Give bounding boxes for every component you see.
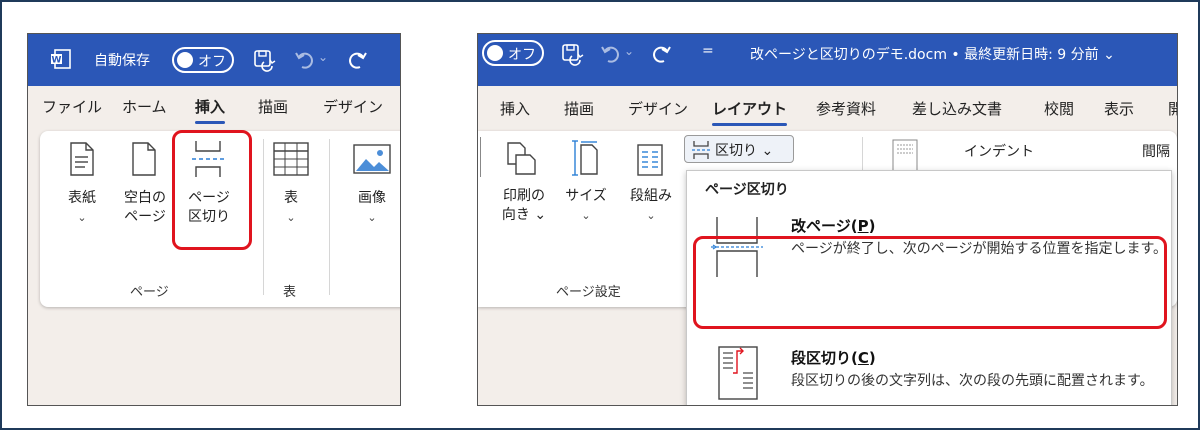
autosave-state: オフ (198, 54, 226, 70)
blank-page-icon (132, 142, 156, 176)
cover-page-button[interactable]: 表紙 ⌄ (62, 189, 102, 227)
autosave-toggle[interactable]: オフ (172, 47, 234, 73)
group-label-page-setup: ページ設定 (556, 285, 621, 300)
chevron-down-icon: ⌄ (367, 211, 377, 224)
ribbon-body: 表紙 ⌄ 空白の ページ ページ 区切り 表 ⌄ 画像 ⌄ ページ 表 (40, 130, 400, 307)
undo-dropdown-icon[interactable]: ⌄ (624, 44, 634, 58)
group-separator (263, 139, 264, 295)
blank-page-label-line1: 空白の (124, 190, 166, 206)
indent-label: インデント (964, 144, 1034, 160)
save-icon[interactable] (252, 48, 276, 72)
chevron-down-icon: ⌄ (77, 211, 87, 224)
chevron-down-icon: ⌄ (286, 211, 296, 224)
breaks-dropdown-menu: ページ区切り 改ページ(P) ページが終了し、次のページが開始する位置を指定しま… (686, 170, 1172, 405)
columns-button[interactable]: 段組み ⌄ (626, 187, 676, 225)
breaks-icon (692, 141, 710, 159)
picture-icon (353, 144, 391, 174)
group-separator (480, 137, 481, 177)
toggle-knob (177, 52, 193, 68)
table-label: 表 (284, 190, 298, 206)
columns-icon (637, 144, 663, 176)
document-title[interactable]: 改ページと区切りのデモ.docm • 最終更新日時: 9 分前 ⌄ (750, 44, 1115, 64)
title-bar: W 自動保存 オフ ⌄ (28, 34, 400, 86)
spacing-label: 間隔 (1142, 144, 1170, 160)
tab-insert[interactable]: 挿入 (195, 96, 226, 124)
tab-insert[interactable]: 挿入 (500, 98, 530, 119)
svg-text:W: W (52, 56, 62, 66)
columns-label: 段組み (630, 188, 672, 204)
orientation-label-line1: 印刷の (503, 188, 545, 204)
breaks-button[interactable]: 区切り ⌄ (684, 135, 794, 163)
tab-review[interactable]: 校閲 (1044, 98, 1074, 119)
cover-page-icon (70, 142, 94, 176)
dropdown-heading: ページ区切り (705, 182, 789, 198)
table-icon (273, 142, 309, 176)
undo-icon[interactable] (294, 48, 316, 70)
table-button[interactable]: 表 ⌄ (276, 189, 306, 227)
right-screenshot-panel: オフ ⌄ = 改ページと区切りのデモ.docm • 最終更新日時: 9 分前 ⌄… (477, 33, 1178, 406)
tab-layout[interactable]: レイアウト (712, 98, 788, 126)
title-bar: オフ ⌄ = 改ページと区切りのデモ.docm • 最終更新日時: 9 分前 ⌄ (478, 34, 1177, 86)
redo-icon[interactable] (346, 48, 368, 70)
left-screenshot-panel: W 自動保存 オフ ⌄ ファイル ホーム 挿入 描画 デザイン 表紙 ⌄ 空白の… (27, 33, 401, 406)
group-separator (329, 139, 330, 295)
cover-page-label: 表紙 (68, 190, 96, 206)
tab-view[interactable]: 表示 (1104, 98, 1134, 119)
orientation-button[interactable]: 印刷の 向き ⌄ (498, 187, 550, 225)
tab-home[interactable]: ホーム (122, 96, 167, 117)
tab-design[interactable]: デザイン (323, 96, 383, 117)
size-icon (572, 140, 598, 176)
orientation-label-line2: 向き ⌄ (501, 207, 547, 223)
picture-button[interactable]: 画像 ⌄ (352, 189, 392, 227)
tab-draw[interactable]: 描画 (564, 98, 594, 119)
chevron-down-icon: ⌄ (646, 209, 656, 222)
menu-item-title: 改ページ(P) (791, 217, 876, 235)
group-label-tables: 表 (283, 285, 297, 300)
blank-page-label-line2: ページ (124, 209, 166, 225)
menu-item-column-break[interactable]: 段区切り(C) 段区切りの後の文字列は、次の段の先頭に配置されます。 (687, 341, 1171, 405)
group-label-pages: ページ (130, 285, 169, 300)
toggle-knob (487, 45, 503, 61)
tab-draw[interactable]: 描画 (258, 96, 288, 117)
undo-icon[interactable] (600, 42, 622, 64)
autosave-state: オフ (508, 47, 536, 63)
size-button[interactable]: サイズ ⌄ (564, 187, 608, 225)
autosave-label: 自動保存 (94, 53, 150, 69)
tab-references[interactable]: 参考資料 (816, 98, 876, 119)
page-break-highlight (172, 130, 252, 250)
menu-item-description: 段区切りの後の文字列は、次の段の先頭に配置されます。 (791, 373, 1154, 389)
customize-icon[interactable]: = (702, 43, 714, 59)
tab-mailings[interactable]: 差し込み文書 (912, 98, 1002, 119)
ribbon-tabs: ファイル ホーム 挿入 描画 デザイン (28, 86, 400, 126)
chevron-down-icon: ⌄ (581, 209, 591, 222)
autosave-toggle[interactable]: オフ (482, 40, 544, 66)
undo-dropdown-icon[interactable]: ⌄ (318, 50, 328, 64)
tab-file[interactable]: ファイル (42, 96, 102, 117)
save-icon[interactable] (560, 42, 584, 66)
column-break-icon (718, 346, 758, 400)
breaks-label: 区切り ⌄ (715, 143, 774, 159)
blank-page-button[interactable]: 空白の ページ (120, 189, 170, 227)
tab-design[interactable]: デザイン (628, 98, 688, 119)
size-label: サイズ (565, 188, 607, 204)
orientation-icon (507, 142, 536, 175)
word-icon[interactable]: W (50, 48, 72, 70)
picture-label: 画像 (358, 190, 386, 206)
tab-developer[interactable]: 開 (1168, 98, 1177, 119)
page-break-highlight (693, 236, 1167, 329)
redo-icon[interactable] (650, 42, 672, 64)
menu-item-title: 段区切り(C) (791, 349, 876, 367)
ribbon-tabs: 挿入 描画 デザイン レイアウト 参考資料 差し込み文書 校閲 表示 開 (478, 88, 1177, 128)
document-icon (892, 139, 918, 173)
